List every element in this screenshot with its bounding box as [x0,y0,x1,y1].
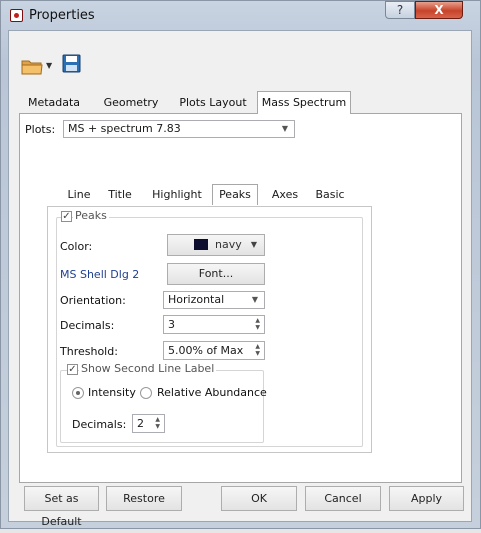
second-line-decimals-value: 2 [137,417,144,430]
intensity-radio-label: Intensity [88,386,136,399]
ok-button[interactable]: OK [221,486,297,511]
chevron-down-icon: ▼ [281,124,288,133]
dialog-client-area: ▼ Metadata Geometry Plots Layout Mass Sp… [8,30,472,528]
decimals-spinbox[interactable]: 3 ▲ ▼ [163,315,265,334]
relative-abundance-radio-label: Relative Abundance [157,386,267,399]
subtab-line[interactable]: Line [65,186,93,204]
chevron-down-icon: ▼ [251,295,258,304]
orientation-value: Horizontal [168,293,225,306]
tab-geometry[interactable]: Geometry [97,93,165,113]
properties-window: Properties ? X ▼ Metadata Geometry Plots… [0,0,481,529]
tab-plots-layout[interactable]: Plots Layout [173,93,253,113]
apply-button[interactable]: Apply [389,486,464,511]
subtab-title[interactable]: Title [103,186,137,204]
font-button[interactable]: Font... [167,263,265,285]
window-title: Properties [29,8,95,23]
orientation-select[interactable]: Horizontal ▼ [163,291,265,309]
decimals-label: Decimals: [60,319,115,332]
color-picker-button[interactable]: navy ▼ [167,234,265,256]
subtab-basic[interactable]: Basic [313,186,347,204]
chevron-down-icon: ▼ [250,240,257,249]
color-label: Color: [60,240,93,253]
color-swatch [194,239,208,250]
threshold-spinbox[interactable]: 5.00% of Max ▲ ▼ [163,341,265,360]
second-line-checkbox-label: Show Second Line Label [79,362,217,375]
title-bar[interactable]: Properties ? X [1,1,480,29]
peaks-checkbox-label: Peaks [73,209,109,222]
help-button[interactable]: ? [385,1,415,19]
peaks-checkbox[interactable]: ✓ [61,211,72,222]
folder-icon[interactable] [21,58,43,75]
spin-down-icon[interactable]: ▼ [255,325,260,331]
tab-mass-spectrum[interactable]: Mass Spectrum [257,91,351,114]
save-icon[interactable] [62,54,81,73]
restore-button[interactable]: Restore [106,486,182,511]
color-value: navy [215,238,242,251]
subtab-peaks[interactable]: Peaks [212,184,258,205]
second-line-decimals-label: Decimals: [72,418,127,431]
plots-select-value: MS + spectrum 7.83 [68,122,181,135]
relative-abundance-radio[interactable] [140,387,152,399]
subtab-highlight[interactable]: Highlight [151,186,203,204]
plots-label: Plots: [25,123,56,136]
decimals-value: 3 [168,318,175,331]
second-line-decimals-spinbox[interactable]: 2 ▲ ▼ [132,414,165,433]
threshold-value: 5.00% of Max [168,344,244,357]
second-line-checkbox[interactable]: ✓ [67,364,78,375]
mass-spectrum-panel: Plots: MS + spectrum 7.83 ▼ Line Title H… [19,113,462,483]
subtab-axes[interactable]: Axes [268,186,302,204]
threshold-label: Threshold: [60,345,118,358]
peaks-subpanel: ✓ Peaks Color: navy ▼ MS Shell Dlg 2 Fon… [47,206,372,453]
spin-down-icon[interactable]: ▼ [155,424,160,430]
intensity-radio[interactable] [72,387,84,399]
spin-down-icon[interactable]: ▼ [255,351,260,357]
set-as-default-button[interactable]: Set as Default [24,486,99,528]
chevron-down-icon[interactable]: ▼ [46,61,52,70]
cancel-button[interactable]: Cancel [305,486,381,511]
app-icon [10,9,23,22]
tab-metadata[interactable]: Metadata [21,93,87,113]
orientation-label: Orientation: [60,294,126,307]
font-name-label: MS Shell Dlg 2 [60,268,140,281]
close-button[interactable]: X [415,1,463,19]
plots-select[interactable]: MS + spectrum 7.83 ▼ [63,120,295,138]
